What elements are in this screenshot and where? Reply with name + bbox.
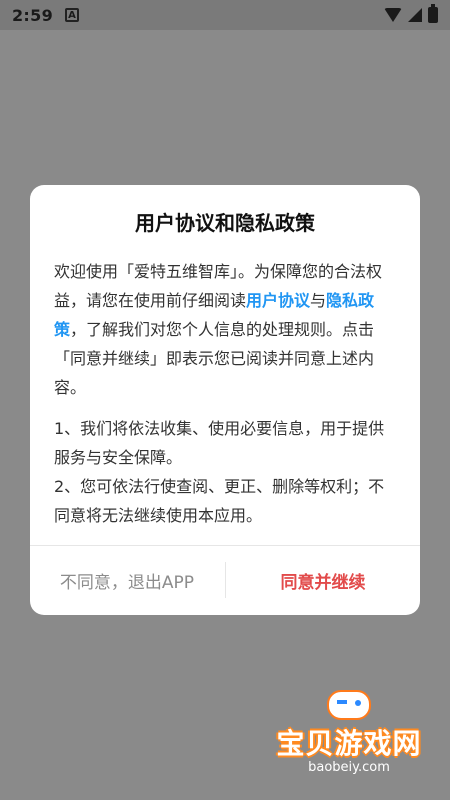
agree-continue-button[interactable]: 同意并继续 [226,545,420,615]
watermark-brand: 宝贝游戏网 [276,727,422,760]
intro-text-c: ，了解我们对您个人信息的处理规则。点击「同意并继续」即表示您已阅读并同意上述内容… [54,320,375,397]
watermark: 宝贝游戏网 baobeiy.com [274,690,424,780]
user-agreement-link[interactable]: 用户协议 [246,291,310,310]
agreement-dialog: 用户协议和隐私政策 欢迎使用「爱特五维智库」。为保障您的合法权益，请您在使用前仔… [30,185,420,615]
signal-icon [408,8,422,22]
status-icons [384,4,438,23]
terms-item-1: 1、我们将依法收集、使用必要信息，用于提供服务与安全保障。 [54,419,385,467]
terms-item-2: 2、您可依法行使查阅、更正、删除等权利；不同意将无法继续使用本应用。 [54,477,385,525]
battery-icon [428,4,438,23]
dialog-body: 欢迎使用「爱特五维智库」。为保障您的合法权益，请您在使用前仔细阅读用户协议与隐私… [54,257,400,530]
status-bar: 2:59 A [0,0,450,30]
gamepad-icon [327,690,371,720]
notification-a-icon: A [65,8,79,22]
watermark-url: baobeiy.com [308,760,390,775]
terms-paragraph: 1、我们将依法收集、使用必要信息，用于提供服务与安全保障。 2、您可依法行使查阅… [54,414,400,530]
intro-text-b: 与 [310,291,327,310]
disagree-exit-button[interactable]: 不同意，退出APP [30,545,224,615]
intro-paragraph: 欢迎使用「爱特五维智库」。为保障您的合法权益，请您在使用前仔细阅读用户协议与隐私… [54,257,400,402]
wifi-icon [384,8,402,22]
dialog-title: 用户协议和隐私政策 [135,211,315,235]
status-time: 2:59 [12,5,53,25]
